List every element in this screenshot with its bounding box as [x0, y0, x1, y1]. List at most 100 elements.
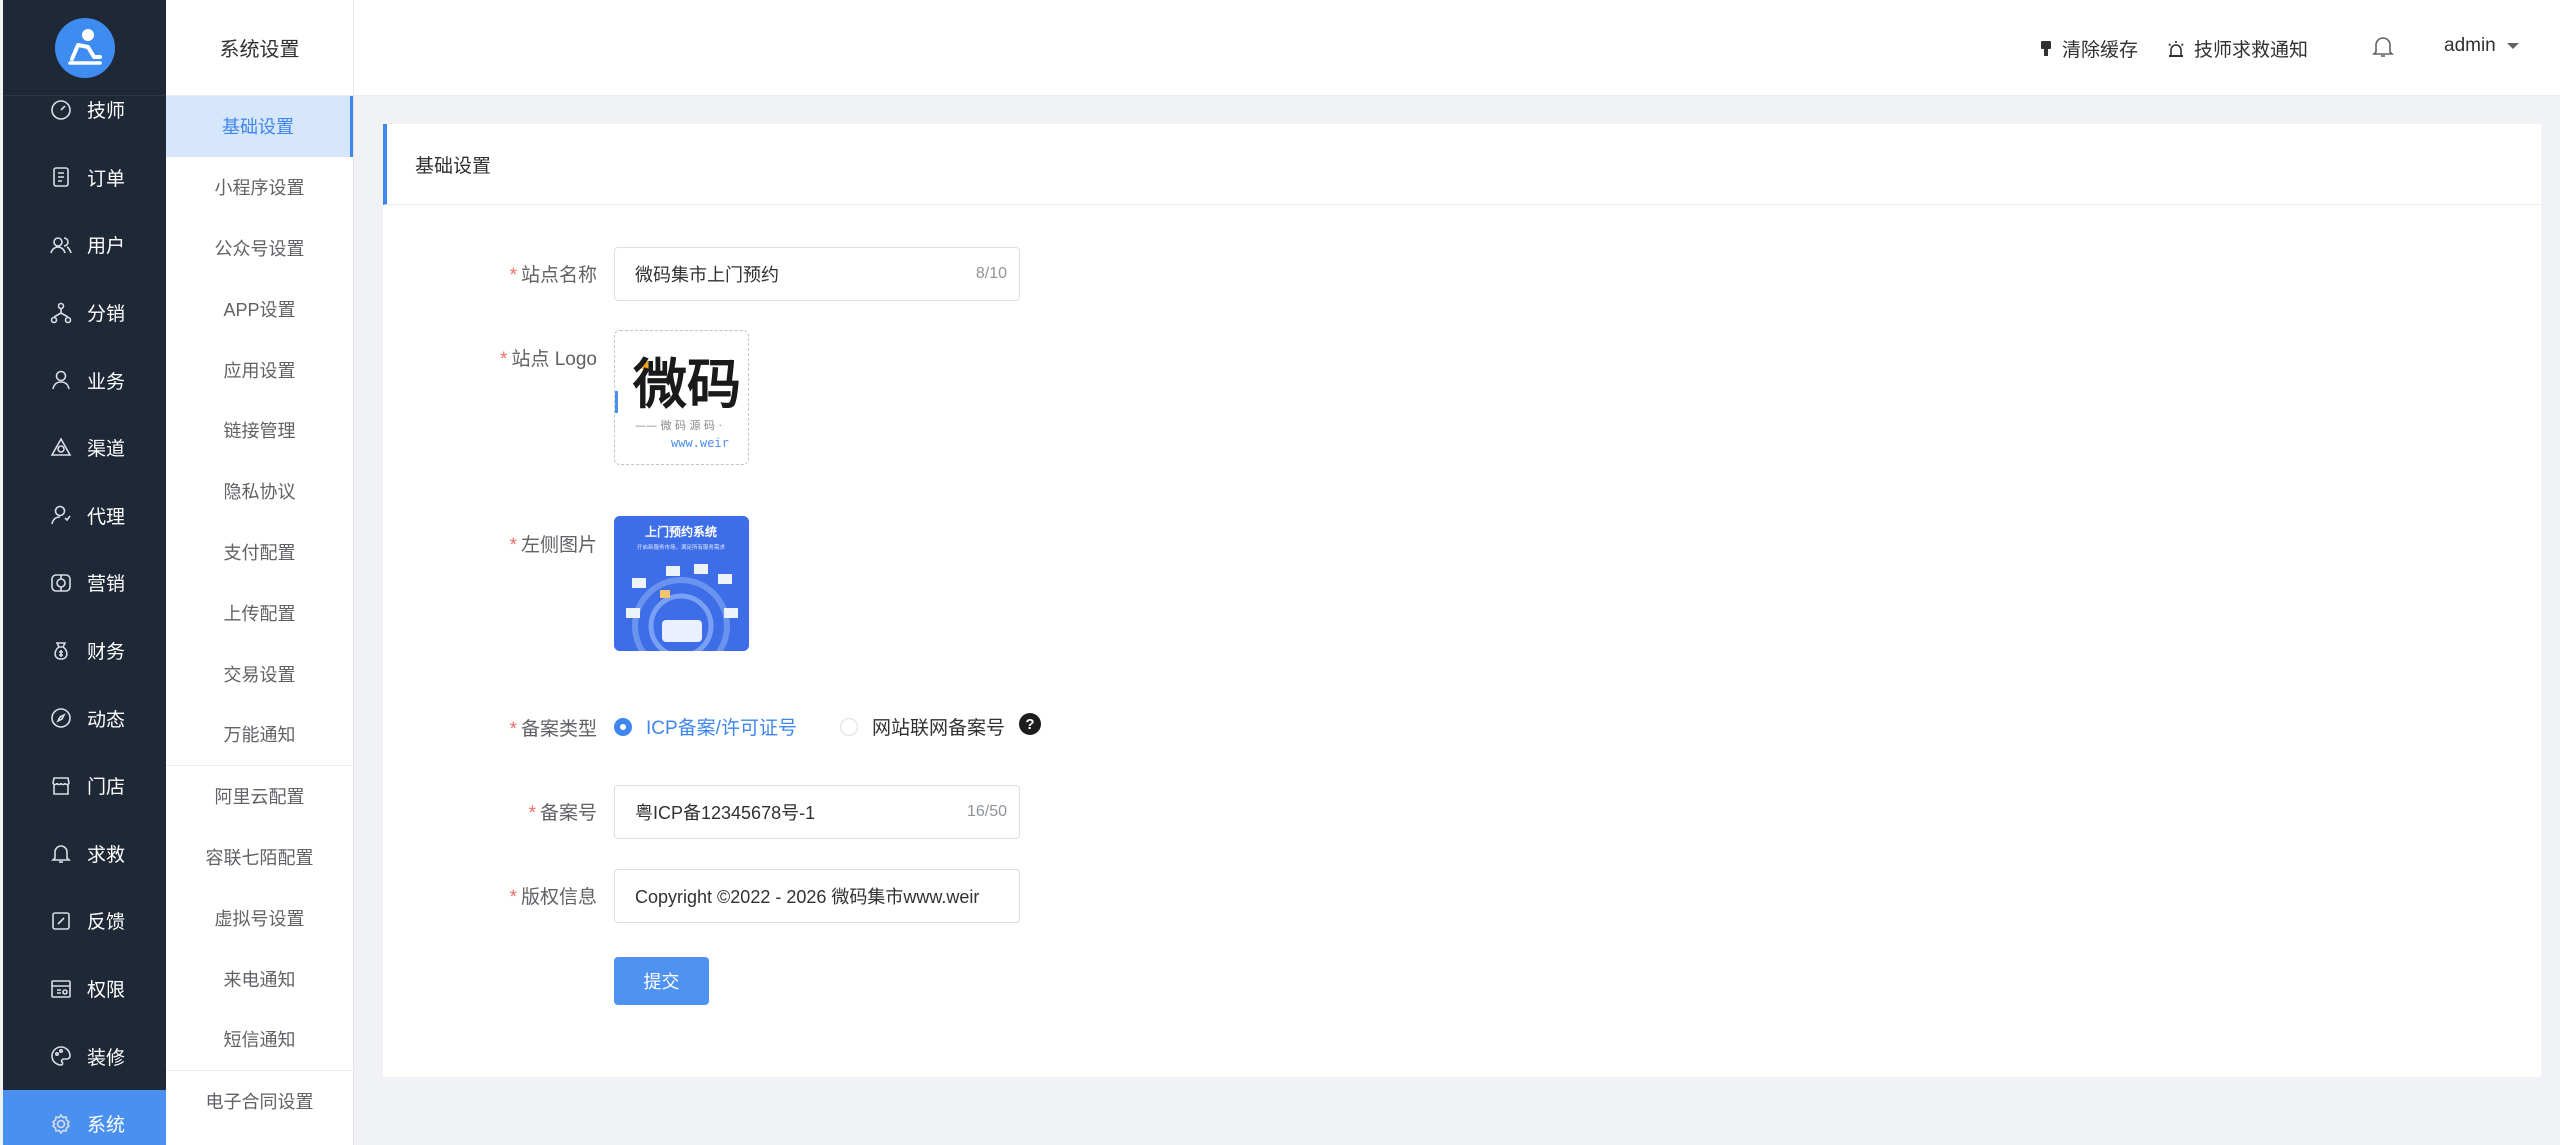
submenu-item-call-notice[interactable]: 来电通知 — [166, 948, 353, 1009]
site-name-count: 8/10 — [975, 265, 1007, 282]
rescue-notice-button[interactable]: 技师求救通知 — [2166, 35, 2308, 62]
left-image-preview: 上门预约系统 开启新服务市场，满足所有服务需求 — [614, 516, 749, 651]
nav-item-label: 权限 — [87, 980, 126, 1002]
submenu-group-contract: 电子合同设置 — [166, 1071, 353, 1132]
nav-item-channel[interactable]: 渠道 — [3, 414, 166, 482]
nav-item-label: 求救 — [87, 844, 126, 866]
logo-image: 微码 —— 微 码 源 码 · www.weir — [615, 353, 741, 450]
main-sidebar: 技师 订单 用户 分销 业务 渠道 代理 营销 财务 动态 门店 求救 反馈 权… — [3, 0, 166, 1145]
bell-icon — [2372, 37, 2394, 57]
clear-cache-label: 清除缓存 — [2062, 40, 2139, 61]
required-mark: * — [509, 535, 517, 556]
order-icon — [49, 165, 73, 189]
distribution-icon — [49, 301, 73, 325]
submenu-item-privacy[interactable]: 隐私协议 — [166, 461, 353, 522]
bell-icon — [49, 841, 73, 865]
nav-item-store[interactable]: 门店 — [3, 752, 166, 820]
submenu-item-miniprogram[interactable]: 小程序设置 — [166, 157, 353, 218]
logo-label-text: 站点 Logo — [511, 349, 597, 370]
rescue-notice-label: 技师求救通知 — [2194, 40, 2309, 61]
nav-item-agent[interactable]: 代理 — [3, 482, 166, 550]
nav-item-order[interactable]: 订单 — [3, 144, 166, 212]
card-title: 基础设置 — [383, 124, 2541, 205]
submenu-group-services: 阿里云配置 容联七陌配置 虚拟号设置 来电通知 短信通知 — [166, 766, 353, 1071]
logo-label: * 站点 Logo — [383, 344, 597, 371]
siren-icon — [2168, 40, 2184, 57]
submenu-group-general: 基础设置 小程序设置 公众号设置 APP设置 应用设置 链接管理 隐私协议 支付… — [166, 96, 353, 766]
help-icon[interactable]: ? — [1019, 713, 1041, 735]
submenu-item-official-account[interactable]: 公众号设置 — [166, 218, 353, 279]
nav-item-label: 门店 — [87, 777, 126, 799]
submenu-item-upload[interactable]: 上传配置 — [166, 582, 353, 643]
submenu-item-links[interactable]: 链接管理 — [166, 400, 353, 461]
submenu-item-universal-notice[interactable]: 万能通知 — [166, 704, 353, 765]
caret-down-icon — [2506, 43, 2519, 49]
radio-dot — [840, 717, 858, 736]
site-name-label-text: 站点名称 — [520, 265, 597, 286]
submenu-item-virtual-number[interactable]: 虚拟号设置 — [166, 887, 353, 948]
nav-item-label: 营销 — [87, 574, 126, 596]
left-image-label-text: 左侧图片 — [520, 535, 597, 556]
palette-icon — [49, 1044, 73, 1068]
nav-item-permission[interactable]: 权限 — [3, 955, 166, 1023]
feedback-icon — [49, 909, 73, 933]
left-image-label: * 左侧图片 — [383, 530, 597, 557]
submenu-item-payment[interactable]: 支付配置 — [166, 522, 353, 583]
submenu-item-e-contract[interactable]: 电子合同设置 — [166, 1071, 353, 1132]
submit-button[interactable]: 提交 — [614, 957, 709, 1005]
nav-item-label: 装修 — [87, 1047, 126, 1069]
nav-item-label: 动态 — [87, 709, 126, 731]
agent-icon — [49, 503, 73, 527]
svg-text:微码: 微码 — [632, 353, 741, 416]
radio-icp[interactable]: ICP备案/许可证号 — [614, 713, 797, 740]
copyright-input[interactable]: Copyright ©2022 - 2026 微码集市www.weir — [614, 869, 1020, 923]
svg-text:开启新服务市场，满足所有服务需求: 开启新服务市场，满足所有服务需求 — [637, 543, 726, 551]
nav-item-marketing[interactable]: 营销 — [3, 549, 166, 617]
nav-item-label: 技师 — [87, 101, 126, 123]
logo-upload[interactable]: 微码 —— 微 码 源 码 · www.weir — [614, 330, 749, 465]
nav-item-label: 代理 — [87, 506, 126, 528]
radio-network-record[interactable]: 网站联网备案号 — [840, 713, 1005, 740]
notification-bell-button[interactable] — [2372, 34, 2402, 58]
submenu-item-basic-settings[interactable]: 基础设置 — [166, 96, 353, 157]
nav-item-decoration[interactable]: 装修 — [3, 1022, 166, 1090]
store-icon — [49, 774, 73, 798]
site-name-label: * 站点名称 — [383, 260, 597, 287]
nav-item-label: 业务 — [87, 371, 126, 393]
copyright-label: * 版权信息 — [383, 882, 597, 909]
nav-item-rescue[interactable]: 求救 — [3, 820, 166, 888]
nav-item-feedback[interactable]: 反馈 — [3, 887, 166, 955]
user-menu[interactable]: admin — [2444, 35, 2528, 57]
nav-item-technician[interactable]: 技师 — [3, 76, 166, 144]
submenu-item-application[interactable]: 应用设置 — [166, 339, 353, 400]
record-no-input[interactable]: 粤ICP备12345678号-1 16/50 — [614, 785, 1020, 839]
nav-item-label: 用户 — [87, 236, 126, 258]
nav-item-user[interactable]: 用户 — [3, 211, 166, 279]
record-type-label: * 备案类型 — [383, 714, 597, 741]
submenu-item-app[interactable]: APP设置 — [166, 278, 353, 339]
nav-item-business[interactable]: 业务 — [3, 346, 166, 414]
users-icon — [49, 233, 73, 257]
site-name-input[interactable]: 微码集市上门预约 8/10 — [614, 247, 1020, 301]
username: admin — [2444, 35, 2496, 56]
copyright-value: Copyright ©2022 - 2026 微码集市www.weir — [635, 887, 980, 907]
clear-cache-button[interactable]: 清除缓存 — [2038, 35, 2138, 62]
submenu-item-aliyun[interactable]: 阿里云配置 — [166, 766, 353, 827]
gear-icon — [49, 1112, 73, 1136]
required-mark: * — [509, 265, 517, 286]
nav-item-feed[interactable]: 动态 — [3, 684, 166, 752]
record-no-label: * 备案号 — [383, 798, 597, 825]
nav-item-finance[interactable]: 财务 — [3, 617, 166, 685]
submenu-item-ronglian[interactable]: 容联七陌配置 — [166, 827, 353, 888]
main-nav-list: 技师 订单 用户 分销 业务 渠道 代理 营销 财务 动态 门店 求救 反馈 权… — [3, 76, 166, 1145]
nav-item-system[interactable]: 系统 — [3, 1089, 166, 1145]
submenu-item-sms-notice[interactable]: 短信通知 — [166, 1009, 353, 1070]
nav-item-label: 订单 — [87, 168, 126, 190]
required-mark: * — [528, 803, 536, 824]
required-mark: * — [500, 349, 508, 370]
submenu-item-trade[interactable]: 交易设置 — [166, 643, 353, 704]
nav-item-distribution[interactable]: 分销 — [3, 279, 166, 347]
required-mark: * — [509, 719, 517, 740]
left-image-upload[interactable]: 上门预约系统 开启新服务市场，满足所有服务需求 — [614, 516, 749, 651]
top-header: 清除缓存 技师求救通知 admin — [354, 0, 2560, 96]
